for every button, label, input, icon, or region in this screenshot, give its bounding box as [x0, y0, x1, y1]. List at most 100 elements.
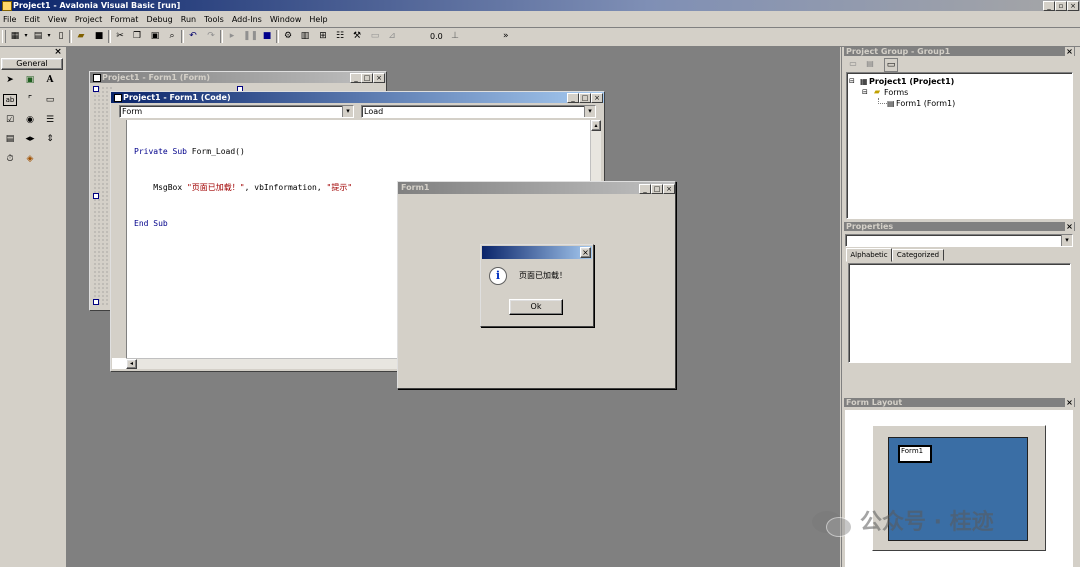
scroll-up-button[interactable]: ▴ — [591, 120, 601, 131]
redo-icon[interactable]: ↷ — [205, 30, 217, 42]
running-form-maximize-button[interactable]: □ — [651, 184, 663, 194]
break-icon[interactable]: ❚❚ — [243, 30, 258, 42]
menu-debug[interactable]: Debug — [146, 13, 172, 26]
save-icon[interactable]: ■ — [93, 30, 105, 42]
code-window-title-bar[interactable]: Project1 - Form1 (Code) — [111, 92, 604, 103]
running-form-window[interactable]: Form1 _ □ × × i 页面已加载！ Ok — [397, 181, 676, 389]
add-form-dropdown-icon[interactable]: ▾ — [43, 30, 55, 42]
find-icon[interactable]: ⌕ — [166, 30, 178, 42]
data-view-icon[interactable]: ▭ — [369, 30, 381, 42]
label-tool-icon[interactable]: A — [43, 74, 57, 87]
command-button-tool-icon[interactable]: ▭ — [43, 94, 57, 107]
properties-tab-categorized[interactable]: Categorized — [892, 249, 944, 261]
pointer-tool-icon[interactable]: ➤ — [3, 74, 17, 87]
running-form-close-button[interactable]: × — [663, 184, 675, 194]
end-icon[interactable]: ■ — [261, 30, 273, 42]
project-group-close-button[interactable]: × — [1065, 47, 1074, 56]
undo-icon[interactable]: ↶ — [187, 30, 199, 42]
code-close-button[interactable]: × — [591, 93, 603, 103]
properties-grid[interactable] — [848, 263, 1071, 363]
properties-close-button[interactable]: × — [1065, 222, 1074, 231]
tree-expander-icon[interactable]: ⊟ — [849, 77, 855, 85]
drive-list-tool-icon[interactable]: ◈ — [23, 153, 37, 166]
object-browser-icon[interactable]: ☷ — [334, 30, 346, 42]
project-group-panel: Project Group - Group1 × ▭ ▤ ▭ ⊟ ▦ Proje… — [844, 47, 1075, 219]
layout-form-preview[interactable]: Form1 — [898, 445, 932, 463]
menu-window[interactable]: Window — [270, 13, 302, 26]
copy-icon[interactable]: ❐ — [131, 30, 143, 42]
view-code-icon[interactable]: ▭ — [847, 58, 859, 70]
menu-file[interactable]: File — [3, 13, 16, 26]
message-box-close-button[interactable]: × — [580, 247, 591, 258]
minimize-button[interactable]: _ — [1043, 1, 1055, 11]
menu-help[interactable]: Help — [309, 13, 327, 26]
menu-editor-icon[interactable]: ▯ — [55, 30, 67, 42]
toolbox-icon[interactable]: ⚒ — [351, 30, 363, 42]
view-object-icon[interactable]: ▤ — [864, 58, 876, 70]
paste-icon[interactable]: ▣ — [149, 30, 161, 42]
toolbox-general-label: General — [16, 59, 48, 68]
properties-icon[interactable]: ▥ — [299, 30, 311, 42]
message-box-dialog[interactable]: × i 页面已加载！ Ok — [480, 244, 594, 327]
menu-format[interactable]: Format — [110, 13, 138, 26]
list-box-tool-icon[interactable]: ▤ — [3, 133, 17, 146]
form-layout-view: Form1 — [845, 410, 1073, 567]
code-maximize-button[interactable]: □ — [579, 93, 591, 103]
code-minimize-button[interactable]: _ — [567, 93, 579, 103]
menu-run[interactable]: Run — [181, 13, 196, 26]
start-icon[interactable]: ▸ — [226, 30, 238, 42]
cut-icon[interactable]: ✂ — [114, 30, 126, 42]
procedure-combo-arrow-icon[interactable]: ▾ — [584, 106, 595, 117]
menu-tools[interactable]: Tools — [204, 13, 224, 26]
restore-button[interactable]: ▫ — [1055, 1, 1067, 11]
close-button[interactable]: × — [1067, 1, 1079, 11]
toggle-folders-icon[interactable]: ▭ — [884, 58, 898, 72]
running-form-title-bar[interactable]: Form1 — [398, 182, 675, 194]
picture-box-tool-icon[interactable]: ▣ — [23, 74, 37, 87]
form-layout-close-button[interactable]: × — [1065, 398, 1074, 407]
properties-tab-alphabetic[interactable]: Alphabetic — [846, 248, 892, 262]
position-readout: 0.0 — [430, 32, 443, 41]
scroll-left-button[interactable]: ◂ — [126, 359, 137, 369]
check-box-tool-icon[interactable]: ☑ — [3, 114, 17, 127]
properties-combo-arrow-icon[interactable]: ▾ — [1061, 235, 1072, 246]
designer-grab-handle[interactable] — [93, 86, 99, 92]
open-icon[interactable]: ▰ — [75, 30, 87, 42]
tree-form-node[interactable]: Form1 (Form1) — [896, 98, 955, 109]
message-box-ok-button[interactable]: Ok — [509, 299, 563, 315]
combo-box-tool-icon[interactable]: ☰ — [43, 114, 57, 127]
code-text[interactable]: Private Sub Form_Load() MsgBox "页面已加载！",… — [134, 122, 352, 254]
message-box-title-bar[interactable] — [482, 246, 592, 259]
option-button-tool-icon[interactable]: ◉ — [23, 114, 37, 127]
toolbox-close-button[interactable]: × — [53, 47, 63, 57]
designer-grab-handle[interactable] — [93, 299, 99, 305]
object-combo-arrow-icon[interactable]: ▾ — [342, 106, 353, 117]
properties-object-combo[interactable]: ▾ — [845, 234, 1073, 247]
timer-tool-icon[interactable]: ⏱ — [3, 153, 17, 166]
form-designer-title-bar[interactable]: Project1 - Form1 (Form) — [90, 72, 386, 83]
menu-project[interactable]: Project — [75, 13, 102, 26]
form-designer-close-button[interactable]: × — [373, 73, 385, 83]
form-layout-icon[interactable]: ⊞ — [317, 30, 329, 42]
vscrollbar-tool-icon[interactable]: ⇕ — [43, 133, 57, 146]
add-project-dropdown-icon[interactable]: ▾ — [20, 30, 32, 42]
component-manager-icon[interactable]: ⊿ — [386, 30, 398, 42]
project-explorer-icon[interactable]: ⚙ — [282, 30, 294, 42]
hscrollbar-tool-icon[interactable]: ◂▸ — [23, 133, 37, 146]
tree-project-node[interactable]: Project1 (Project1) — [869, 76, 954, 87]
designer-grab-handle[interactable] — [93, 193, 99, 199]
toolbar-overflow-button[interactable]: » — [503, 30, 509, 42]
form-designer-maximize-button[interactable]: □ — [361, 73, 373, 83]
menu-view[interactable]: View — [48, 13, 67, 26]
text-box-tool-icon[interactable]: ab — [3, 94, 17, 106]
menu-add-ins[interactable]: Add-Ins — [232, 13, 262, 26]
tree-forms-folder[interactable]: Forms — [884, 87, 908, 98]
running-form-minimize-button[interactable]: _ — [639, 184, 651, 194]
project-tree[interactable]: ⊟ ▦ Project1 (Project1) ⊟ ▰ Forms ▤ Form… — [846, 72, 1073, 219]
toolbox-general-tab[interactable]: General — [1, 58, 63, 70]
procedure-combo[interactable]: Load ▾ — [361, 105, 596, 118]
tree-expander-icon[interactable]: ⊟ — [862, 88, 868, 96]
menu-edit[interactable]: Edit — [24, 13, 40, 26]
object-combo[interactable]: Form ▾ — [119, 105, 354, 118]
frame-tool-icon[interactable]: ⌜ — [23, 94, 37, 107]
